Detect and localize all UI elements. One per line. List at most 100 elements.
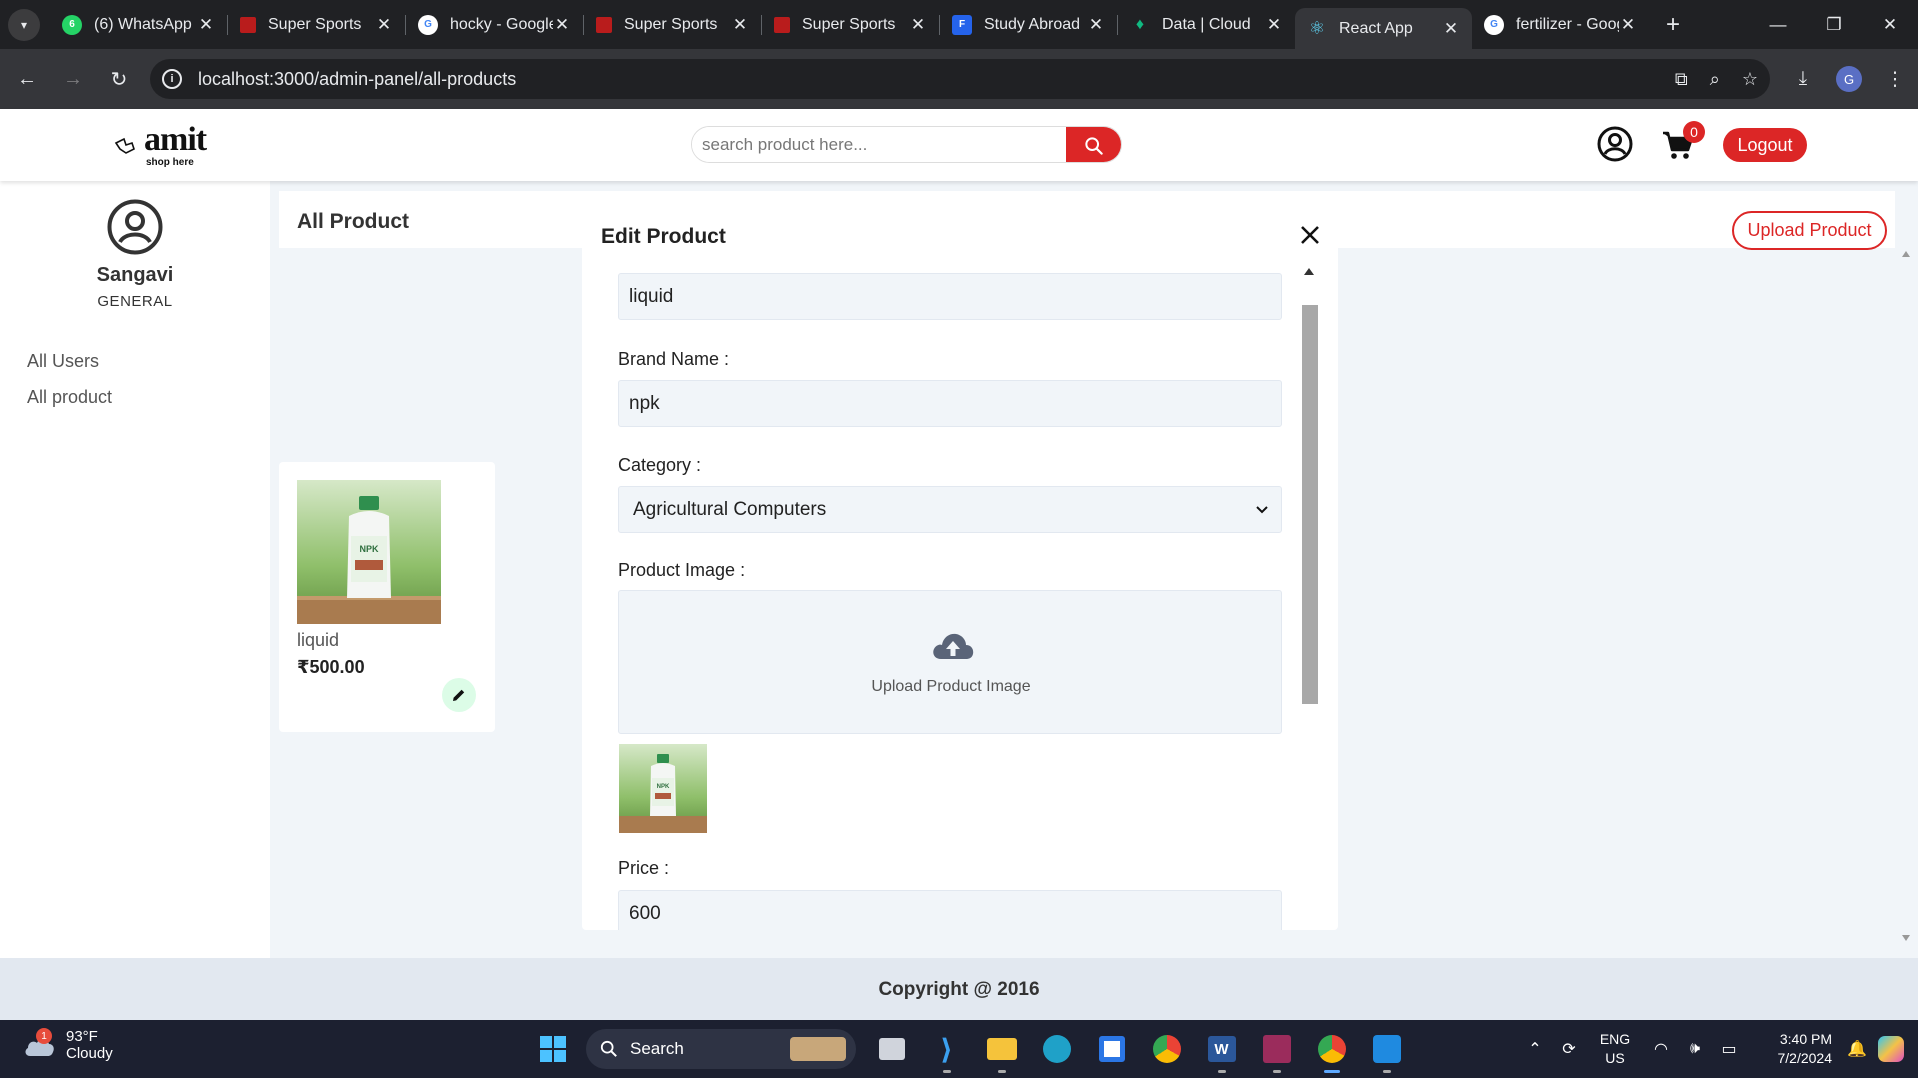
restore-icon[interactable]: ❐ bbox=[1806, 0, 1862, 49]
battery-icon[interactable]: ▭ bbox=[1712, 1039, 1746, 1059]
close-tab-icon[interactable]: ✕ bbox=[909, 15, 927, 35]
photos-app[interactable] bbox=[1359, 1029, 1414, 1073]
start-button[interactable] bbox=[525, 1029, 580, 1069]
profile-avatar[interactable]: G bbox=[1836, 66, 1862, 92]
tab-search-button[interactable]: ▾ bbox=[8, 8, 40, 41]
reload-icon[interactable]: ↻ bbox=[100, 60, 138, 98]
word-icon: W bbox=[1207, 1036, 1236, 1062]
modal-scrollbar[interactable] bbox=[1299, 262, 1321, 930]
forward-icon[interactable]: → bbox=[54, 60, 92, 98]
edit-product-button[interactable] bbox=[442, 678, 476, 712]
scroll-up-icon[interactable] bbox=[1902, 251, 1910, 257]
tab-title: Data | Cloud bbox=[1162, 15, 1251, 33]
download-icon[interactable]: ⤓ bbox=[1780, 68, 1826, 90]
sync-icon[interactable]: ⟳ bbox=[1552, 1039, 1586, 1059]
winrar-app[interactable] bbox=[1249, 1029, 1304, 1073]
product-image-thumbnail[interactable]: NPK bbox=[619, 744, 707, 833]
weather-widget[interactable]: 1 93°F Cloudy bbox=[22, 1028, 113, 1062]
close-tab-icon[interactable]: ✕ bbox=[375, 15, 393, 35]
tab-google-hocky[interactable]: G hocky - Google Search ✕ bbox=[406, 0, 583, 49]
close-tab-icon[interactable]: ✕ bbox=[1619, 15, 1637, 35]
language-text: ENG bbox=[1599, 1031, 1631, 1047]
address-bar[interactable]: i localhost:3000/admin-panel/all-product… bbox=[150, 59, 1770, 99]
edge-app[interactable] bbox=[1029, 1029, 1084, 1069]
copilot-icon[interactable] bbox=[1874, 1036, 1908, 1062]
task-view-icon bbox=[878, 1038, 905, 1060]
volume-icon[interactable]: 🕪 bbox=[1678, 1040, 1712, 1058]
scrollbar-thumb[interactable] bbox=[1302, 305, 1318, 704]
tab-google-fertilizer[interactable]: G fertilizer - Google Search ✕ bbox=[1472, 0, 1649, 49]
price-field[interactable]: 600 bbox=[618, 890, 1282, 930]
tab-super-sports-2[interactable]: Super Sports ✕ bbox=[584, 0, 761, 49]
zoom-icon[interactable]: ⌕ bbox=[1710, 69, 1720, 90]
tab-mongodb[interactable]: ♦ Data | Cloud ✕ bbox=[1118, 0, 1295, 49]
sidebar-item-all-product[interactable]: All product bbox=[27, 387, 112, 408]
site-info-icon[interactable]: i bbox=[162, 69, 182, 89]
chrome-profile-app[interactable] bbox=[1304, 1029, 1359, 1073]
search-highlight-image bbox=[790, 1037, 846, 1061]
taskbar-apps: Search ⟩ W bbox=[525, 1029, 1414, 1073]
search-input[interactable] bbox=[692, 127, 1066, 162]
close-tab-icon[interactable]: ✕ bbox=[553, 15, 571, 35]
search-button[interactable] bbox=[1066, 127, 1121, 162]
minimize-icon[interactable]: — bbox=[1750, 0, 1806, 49]
close-tab-icon[interactable]: ✕ bbox=[1442, 19, 1460, 39]
fertilizer-bottle-thumbnail: NPK bbox=[619, 744, 707, 833]
url-text[interactable]: localhost:3000/admin-panel/all-products bbox=[198, 69, 516, 90]
clock[interactable]: 3:40 PM 7/2/2024 bbox=[1746, 1030, 1833, 1068]
taskbar-search[interactable]: Search bbox=[586, 1029, 856, 1069]
time-text: 3:40 PM bbox=[1779, 1031, 1832, 1047]
weather-badge: 1 bbox=[36, 1028, 52, 1044]
product-name-field[interactable]: liquid bbox=[618, 273, 1282, 320]
tab-study-abroad[interactable]: F Study Abroad ✕ bbox=[940, 0, 1117, 49]
react-icon: ⚛ bbox=[1308, 18, 1326, 38]
upload-product-button[interactable]: Upload Product bbox=[1732, 211, 1887, 250]
tab-title: React App bbox=[1339, 19, 1413, 37]
more-menu-icon[interactable]: ⋮ bbox=[1872, 68, 1918, 91]
cloud-weather-icon: 1 bbox=[22, 1028, 56, 1062]
upload-image-dropzone[interactable]: Upload Product Image bbox=[618, 590, 1282, 734]
language-indicator[interactable]: ENG US bbox=[1586, 1030, 1644, 1068]
study-abroad-icon: F bbox=[952, 14, 972, 35]
store-app[interactable] bbox=[1084, 1029, 1139, 1069]
back-icon[interactable]: ← bbox=[8, 60, 46, 98]
chrome-app[interactable] bbox=[1139, 1029, 1194, 1069]
word-app[interactable]: W bbox=[1194, 1029, 1249, 1073]
system-tray: ⌃ ⟳ ENG US ◠ 🕪 ▭ 3:40 PM 7/2/2024 🔔 bbox=[1518, 1020, 1918, 1078]
tab-super-sports-3[interactable]: Super Sports ✕ bbox=[762, 0, 939, 49]
vscode-app[interactable]: ⟩ bbox=[919, 1029, 974, 1073]
close-window-icon[interactable]: ✕ bbox=[1862, 0, 1918, 49]
new-tab-button[interactable]: + bbox=[1655, 11, 1691, 39]
page-scrollbar[interactable] bbox=[1900, 251, 1912, 941]
logout-button[interactable]: Logout bbox=[1723, 128, 1807, 162]
user-icon[interactable] bbox=[1597, 126, 1633, 162]
close-tab-icon[interactable]: ✕ bbox=[731, 15, 749, 35]
install-app-icon[interactable]: ⧉ bbox=[1675, 69, 1688, 90]
notification-bell-icon[interactable]: 🔔 bbox=[1840, 1039, 1874, 1059]
logo-tagline: shop here bbox=[146, 157, 194, 168]
mongodb-icon: ♦ bbox=[1135, 15, 1145, 33]
sidebar-item-all-users[interactable]: All Users bbox=[27, 351, 112, 372]
tab-super-sports-1[interactable]: Super Sports ✕ bbox=[228, 0, 405, 49]
category-select[interactable]: Agricultural Computers bbox=[618, 486, 1282, 533]
task-view-button[interactable] bbox=[864, 1029, 919, 1069]
tab-react-app[interactable]: ⚛ React App ✕ bbox=[1295, 8, 1472, 49]
region-text: US bbox=[1605, 1050, 1625, 1066]
brand-name-field[interactable]: npk bbox=[618, 380, 1282, 427]
svg-text:NPK: NPK bbox=[657, 784, 670, 790]
close-tab-icon[interactable]: ✕ bbox=[197, 15, 215, 35]
bookmark-star-icon[interactable]: ☆ bbox=[1742, 69, 1758, 90]
chevron-up-icon[interactable]: ⌃ bbox=[1518, 1039, 1552, 1059]
close-tab-icon[interactable]: ✕ bbox=[1087, 15, 1105, 35]
logo[interactable]: amit shop here bbox=[114, 121, 224, 171]
scroll-up-icon[interactable] bbox=[1304, 268, 1314, 275]
price-label: Price : bbox=[618, 858, 670, 878]
edit-product-modal: Edit Product liquid Brand Name : npk Cat… bbox=[582, 200, 1338, 930]
wifi-icon[interactable]: ◠ bbox=[1644, 1039, 1678, 1059]
file-explorer-app[interactable] bbox=[974, 1029, 1029, 1073]
close-tab-icon[interactable]: ✕ bbox=[1265, 15, 1283, 35]
scroll-down-icon[interactable] bbox=[1902, 935, 1910, 941]
edit-product-form: liquid Brand Name : npk Category : Agric… bbox=[618, 273, 1282, 930]
tab-whatsapp[interactable]: 6 (6) WhatsApp ✕ bbox=[50, 0, 227, 49]
close-icon[interactable] bbox=[1295, 220, 1325, 250]
